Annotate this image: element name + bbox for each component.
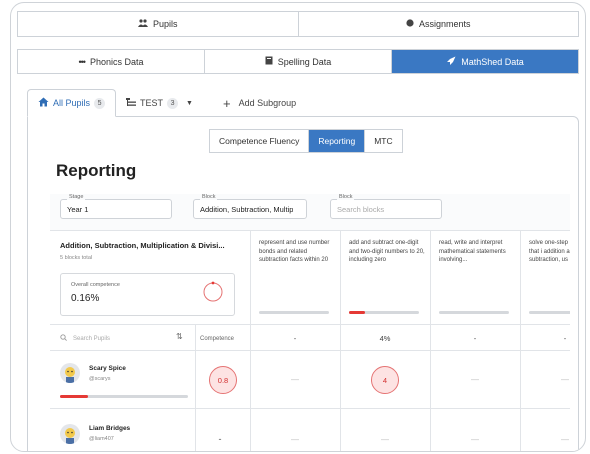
test-group-label: TEST	[140, 98, 164, 108]
all-pupils-count: 5	[94, 97, 106, 109]
tab-pupils-label: Pupils	[152, 19, 178, 29]
block-summary-subtitle: 5 blocks total	[60, 255, 93, 261]
objective-cell: —	[291, 375, 299, 384]
phonics-icon: •••	[78, 56, 87, 67]
tab-pupils[interactable]: Pupils	[18, 12, 298, 36]
competence-value: -	[218, 434, 222, 444]
app-frame: Pupils Assignments ••• Phonics Data Spel…	[10, 2, 586, 452]
overall-competence-card: Overall competence 0.16%	[60, 273, 235, 316]
tab-test-group[interactable]: TEST 3 ▼	[116, 89, 203, 117]
objective-percent-3: -	[473, 334, 477, 343]
avatar	[60, 424, 80, 444]
pupil-name[interactable]: Liam Bridges	[89, 425, 130, 432]
competence-ring-icon	[203, 281, 223, 302]
pupil-progress-fill	[60, 395, 88, 398]
objective-cell: —	[561, 375, 569, 384]
pupils-icon	[137, 19, 148, 29]
tab-all-pupils[interactable]: All Pupils 5	[27, 89, 117, 117]
tab-spelling-data[interactable]: Spelling Data	[204, 50, 391, 73]
block-search-label: Block	[337, 194, 355, 200]
overall-competence-label: Overall competence	[71, 282, 120, 288]
objective-progress-3	[439, 311, 509, 314]
stage-select[interactable]: Stage Year 1	[60, 194, 172, 219]
rocket-icon	[446, 56, 456, 68]
objective-progress-fill	[349, 311, 365, 314]
filter-bar: Stage Year 1 Block Addition, Subtraction…	[50, 194, 570, 230]
add-subgroup-button[interactable]: + Add Subgroup	[213, 89, 306, 117]
objective-cell: —	[291, 435, 299, 444]
objective-progress-1	[259, 311, 329, 314]
add-subgroup-label: Add Subgroup	[238, 98, 297, 108]
pupil-username: @scarys	[89, 376, 111, 382]
data-tab-bar: ••• Phonics Data Spelling Data MathShed …	[17, 49, 579, 74]
block-search-placeholder: Search blocks	[337, 204, 385, 214]
competence-badge[interactable]: 0.8	[209, 366, 237, 394]
stage-select-value: Year 1	[67, 204, 89, 214]
all-pupils-label: All Pupils	[53, 98, 91, 108]
hierarchy-icon	[126, 97, 137, 109]
objective-score-badge[interactable]: 4	[371, 366, 399, 394]
objective-percent-2: 4%	[379, 334, 391, 343]
report-grid: Addition, Subtraction, Multiplication & …	[50, 230, 570, 451]
tab-assignments-label: Assignments	[418, 19, 471, 29]
overall-competence-value: 0.16%	[71, 293, 100, 304]
block-summary-title: Addition, Subtraction, Multiplication & …	[60, 241, 225, 250]
objective-cell: —	[381, 435, 389, 444]
objective-header-1: represent and use number bonds and relat…	[259, 240, 330, 263]
pupil-name[interactable]: Scary Spice	[89, 365, 126, 372]
search-icon	[60, 334, 67, 343]
pupil-progress-bar	[60, 395, 188, 398]
stage-select-label: Stage	[67, 194, 86, 200]
tab-competence-fluency[interactable]: Competence Fluency	[210, 130, 308, 152]
tab-phonics-label: Phonics Data	[89, 56, 144, 67]
pupil-search-input[interactable]: Search Pupils	[60, 334, 110, 343]
tab-mathshed-data[interactable]: MathShed Data	[391, 50, 578, 73]
group-tabs: All Pupils 5 TEST 3 ▼ + Add Subgroup	[27, 89, 306, 117]
objective-progress-4	[529, 311, 570, 314]
top-tab-bar: Pupils Assignments	[17, 11, 579, 37]
test-group-count: 3	[167, 97, 179, 109]
objective-progress-2	[349, 311, 419, 314]
pupil-search-placeholder: Search Pupils	[73, 335, 111, 342]
objective-percent-4: -	[563, 334, 567, 343]
block-search-input[interactable]: Block Search blocks	[330, 194, 442, 219]
plus-icon: +	[222, 95, 231, 111]
objective-percent-1: -	[293, 334, 297, 343]
tab-phonics-data[interactable]: ••• Phonics Data	[18, 50, 204, 73]
objective-cell: —	[471, 375, 479, 384]
objective-cell: —	[561, 435, 569, 444]
reporting-panel: Competence Fluency Reporting MTC Reporti…	[27, 116, 579, 451]
block-select-label: Block	[200, 194, 218, 200]
pupil-username: @liam407	[89, 436, 114, 442]
home-icon	[38, 97, 49, 109]
tab-assignments[interactable]: Assignments	[297, 12, 579, 36]
tab-mathshed-label: MathShed Data	[461, 56, 524, 67]
assignments-icon	[406, 19, 414, 29]
objective-header-3: read, write and interpret mathematical s…	[439, 240, 506, 263]
caret-down-icon[interactable]: ▼	[186, 100, 193, 107]
objective-cell: —	[471, 435, 479, 444]
block-select[interactable]: Block Addition, Subtraction, Multip	[193, 194, 307, 219]
book-icon	[265, 56, 273, 67]
objective-header-4: solve one-step problems that i addition …	[529, 240, 570, 263]
view-switcher: Competence Fluency Reporting MTC	[209, 129, 403, 153]
tab-spelling-label: Spelling Data	[277, 56, 332, 67]
competence-column-header: Competence	[200, 336, 235, 342]
page-title: Reporting	[56, 161, 137, 180]
tab-reporting[interactable]: Reporting	[308, 130, 365, 152]
block-select-value: Addition, Subtraction, Multip	[200, 204, 294, 214]
objective-header-2: add and subtract one-digit and two-digit…	[349, 240, 425, 263]
sort-icon[interactable]: ⇅	[176, 332, 183, 341]
tab-mtc[interactable]: MTC	[364, 130, 401, 152]
avatar	[60, 363, 80, 383]
